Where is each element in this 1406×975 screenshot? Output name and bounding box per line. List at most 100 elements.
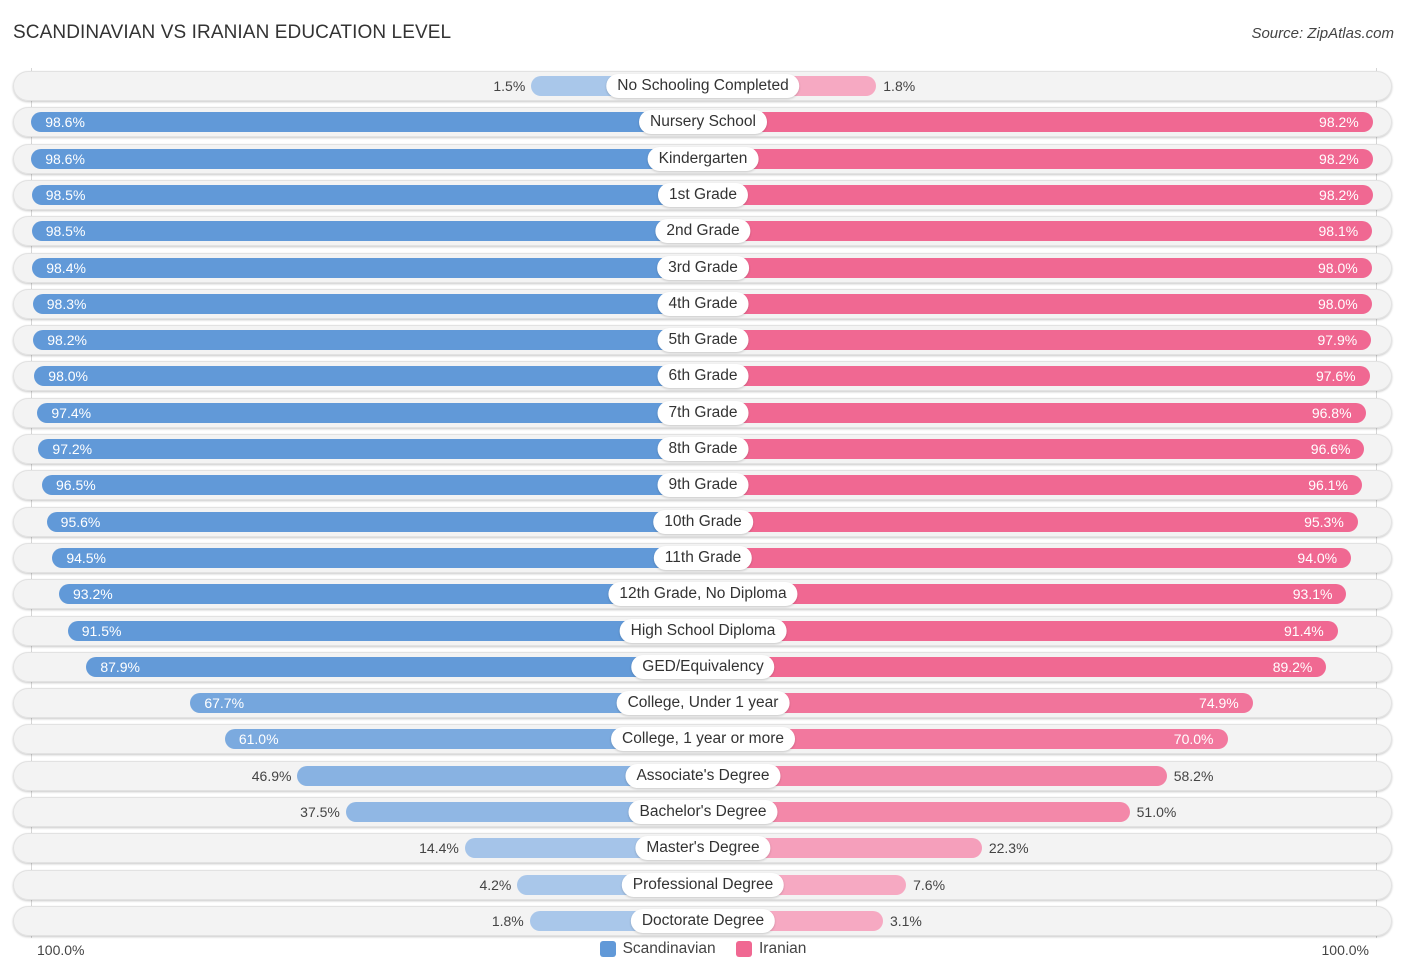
chart-row: 1.5% 1.8% No Schooling Completed bbox=[13, 71, 1392, 101]
value-label-iranian: 1.8% bbox=[883, 78, 916, 94]
chart-row: 98.0% 97.6% 6th Grade bbox=[13, 361, 1392, 392]
value-label-scandinavian: 37.5% bbox=[300, 804, 340, 820]
value-label-iranian: 98.2% bbox=[1319, 150, 1359, 167]
category-label: 4th Grade bbox=[657, 291, 749, 316]
bar-iranian[interactable] bbox=[703, 511, 1358, 532]
chart-row: 61.0% 70.0% College, 1 year or more bbox=[13, 724, 1392, 755]
category-label: Master's Degree bbox=[635, 836, 771, 861]
bar-iranian[interactable] bbox=[703, 402, 1366, 423]
bar-iranian[interactable] bbox=[703, 112, 1373, 133]
value-label-scandinavian: 91.5% bbox=[81, 622, 122, 639]
bar-scandinavian[interactable] bbox=[32, 257, 703, 278]
value-label-iranian: 89.2% bbox=[1272, 658, 1313, 675]
legend-label-iranian: Iranian bbox=[758, 940, 807, 957]
bar-iranian[interactable] bbox=[703, 184, 1373, 205]
value-label-scandinavian: 1.8% bbox=[491, 912, 524, 929]
bar-scandinavian[interactable] bbox=[31, 184, 703, 205]
value-label-scandinavian: 61.0% bbox=[238, 731, 279, 748]
value-label-iranian: 98.0% bbox=[1318, 259, 1358, 276]
value-label-scandinavian: 98.0% bbox=[48, 368, 88, 385]
value-label-iranian: 98.2% bbox=[1319, 114, 1359, 131]
chart-row: 96.5% 96.1% 9th Grade bbox=[13, 470, 1392, 501]
value-label-scandinavian: 97.2% bbox=[52, 441, 93, 457]
value-label-iranian: 7.6% bbox=[913, 876, 946, 893]
value-label-iranian: 98.2% bbox=[1319, 186, 1359, 203]
chart-row: 46.9% 58.2% Associate's Degree bbox=[13, 760, 1392, 791]
bar-iranian[interactable] bbox=[703, 366, 1370, 387]
bar-iranian[interactable] bbox=[703, 257, 1372, 278]
value-label-scandinavian: 4.2% bbox=[479, 876, 512, 893]
value-label-scandinavian: 93.2% bbox=[73, 586, 113, 603]
category-label: 11th Grade bbox=[653, 545, 753, 570]
bar-iranian[interactable] bbox=[703, 439, 1365, 459]
chart-row: 4.2% 7.6% Professional Degree bbox=[13, 869, 1392, 900]
value-label-scandinavian: 67.7% bbox=[204, 695, 245, 712]
bar-iranian[interactable] bbox=[703, 330, 1372, 351]
category-label: High School Diploma bbox=[619, 618, 787, 643]
category-label: 12th Grade, No Diploma bbox=[608, 582, 798, 607]
category-label: 8th Grade bbox=[657, 437, 749, 461]
bar-iranian[interactable] bbox=[703, 584, 1347, 605]
bar-scandinavian[interactable] bbox=[34, 366, 703, 387]
value-label-iranian: 97.9% bbox=[1317, 332, 1358, 349]
bar-iranian[interactable] bbox=[703, 656, 1327, 677]
value-label-iranian: 22.3% bbox=[988, 840, 1029, 857]
value-label-scandinavian: 98.6% bbox=[45, 114, 85, 131]
chart-row: 93.2% 93.1% 12th Grade, No Diploma bbox=[13, 579, 1392, 610]
value-label-scandinavian: 98.6% bbox=[45, 150, 85, 167]
chart-area: 1.5% 1.8% No Schooling Completed 98.6% 98.2%… bbox=[0, 68, 1406, 938]
value-label-scandinavian: 1.5% bbox=[493, 78, 526, 94]
category-label: 5th Grade bbox=[657, 328, 749, 353]
bar-scandinavian[interactable] bbox=[42, 475, 703, 496]
bar-iranian[interactable] bbox=[703, 620, 1338, 641]
bar-scandinavian[interactable] bbox=[38, 439, 703, 459]
bar-scandinavian[interactable] bbox=[67, 620, 703, 641]
value-label-scandinavian: 98.2% bbox=[47, 332, 87, 349]
source-label: Source: ZipAtlas.com bbox=[1251, 25, 1394, 42]
value-label-iranian: 94.0% bbox=[1297, 549, 1338, 566]
bar-scandinavian[interactable] bbox=[37, 402, 703, 423]
chart-row: 67.7% 74.9% College, Under 1 year bbox=[13, 688, 1392, 719]
category-label: Doctorate Degree bbox=[630, 908, 776, 933]
category-label: 2nd Grade bbox=[655, 219, 751, 244]
bar-scandinavian[interactable] bbox=[86, 656, 703, 677]
bar-iranian[interactable] bbox=[703, 148, 1373, 169]
value-label-iranian: 97.6% bbox=[1315, 368, 1356, 385]
bar-iranian[interactable] bbox=[703, 475, 1362, 496]
bar-scandinavian[interactable] bbox=[46, 511, 703, 532]
category-label: No Schooling Completed bbox=[606, 74, 800, 98]
bar-iranian[interactable] bbox=[703, 547, 1352, 568]
value-label-scandinavian: 98.4% bbox=[46, 259, 86, 276]
chart-row: 98.3% 98.0% 4th Grade bbox=[13, 288, 1392, 319]
value-label-iranian: 96.8% bbox=[1311, 404, 1352, 421]
chart-row: 91.5% 91.4% High School Diploma bbox=[13, 615, 1392, 646]
bar-scandinavian[interactable] bbox=[32, 293, 703, 314]
bar-scandinavian[interactable] bbox=[31, 221, 703, 242]
value-label-iranian: 91.4% bbox=[1284, 622, 1324, 639]
chart-row: 98.4% 98.0% 3rd Grade bbox=[13, 252, 1392, 283]
legend-swatch-scandinavian bbox=[599, 941, 616, 957]
legend-item-iranian[interactable]: Iranian bbox=[735, 940, 807, 958]
chart-row: 98.2% 97.9% 5th Grade bbox=[13, 325, 1392, 356]
bar-scandinavian[interactable] bbox=[31, 112, 703, 133]
value-label-scandinavian: 94.5% bbox=[66, 549, 107, 566]
chart-row: 14.4% 22.3% Master's Degree bbox=[13, 833, 1392, 864]
legend-item-scandinavian[interactable]: Scandinavian bbox=[599, 940, 716, 958]
bar-scandinavian[interactable] bbox=[59, 584, 703, 605]
chart-row: 98.6% 98.2% Kindergarten bbox=[13, 143, 1392, 174]
bar-iranian[interactable] bbox=[703, 293, 1372, 314]
value-label-iranian: 3.1% bbox=[889, 912, 922, 929]
bar-scandinavian[interactable] bbox=[52, 547, 703, 568]
chart-row: 98.5% 98.1% 2nd Grade bbox=[13, 216, 1392, 247]
category-label: GED/Equivalency bbox=[631, 654, 775, 679]
category-label: 7th Grade bbox=[657, 400, 749, 425]
bar-iranian[interactable] bbox=[703, 221, 1373, 242]
bar-scandinavian[interactable] bbox=[31, 148, 703, 169]
bar-scandinavian[interactable] bbox=[33, 330, 703, 351]
category-label: 1st Grade bbox=[657, 182, 749, 207]
chart-row: 94.5% 94.0% 11th Grade bbox=[13, 542, 1392, 573]
legend-label-scandinavian: Scandinavian bbox=[622, 940, 716, 957]
value-label-iranian: 58.2% bbox=[1173, 767, 1214, 784]
category-label: 10th Grade bbox=[653, 509, 753, 534]
chart-row: 98.5% 98.2% 1st Grade bbox=[13, 179, 1392, 210]
